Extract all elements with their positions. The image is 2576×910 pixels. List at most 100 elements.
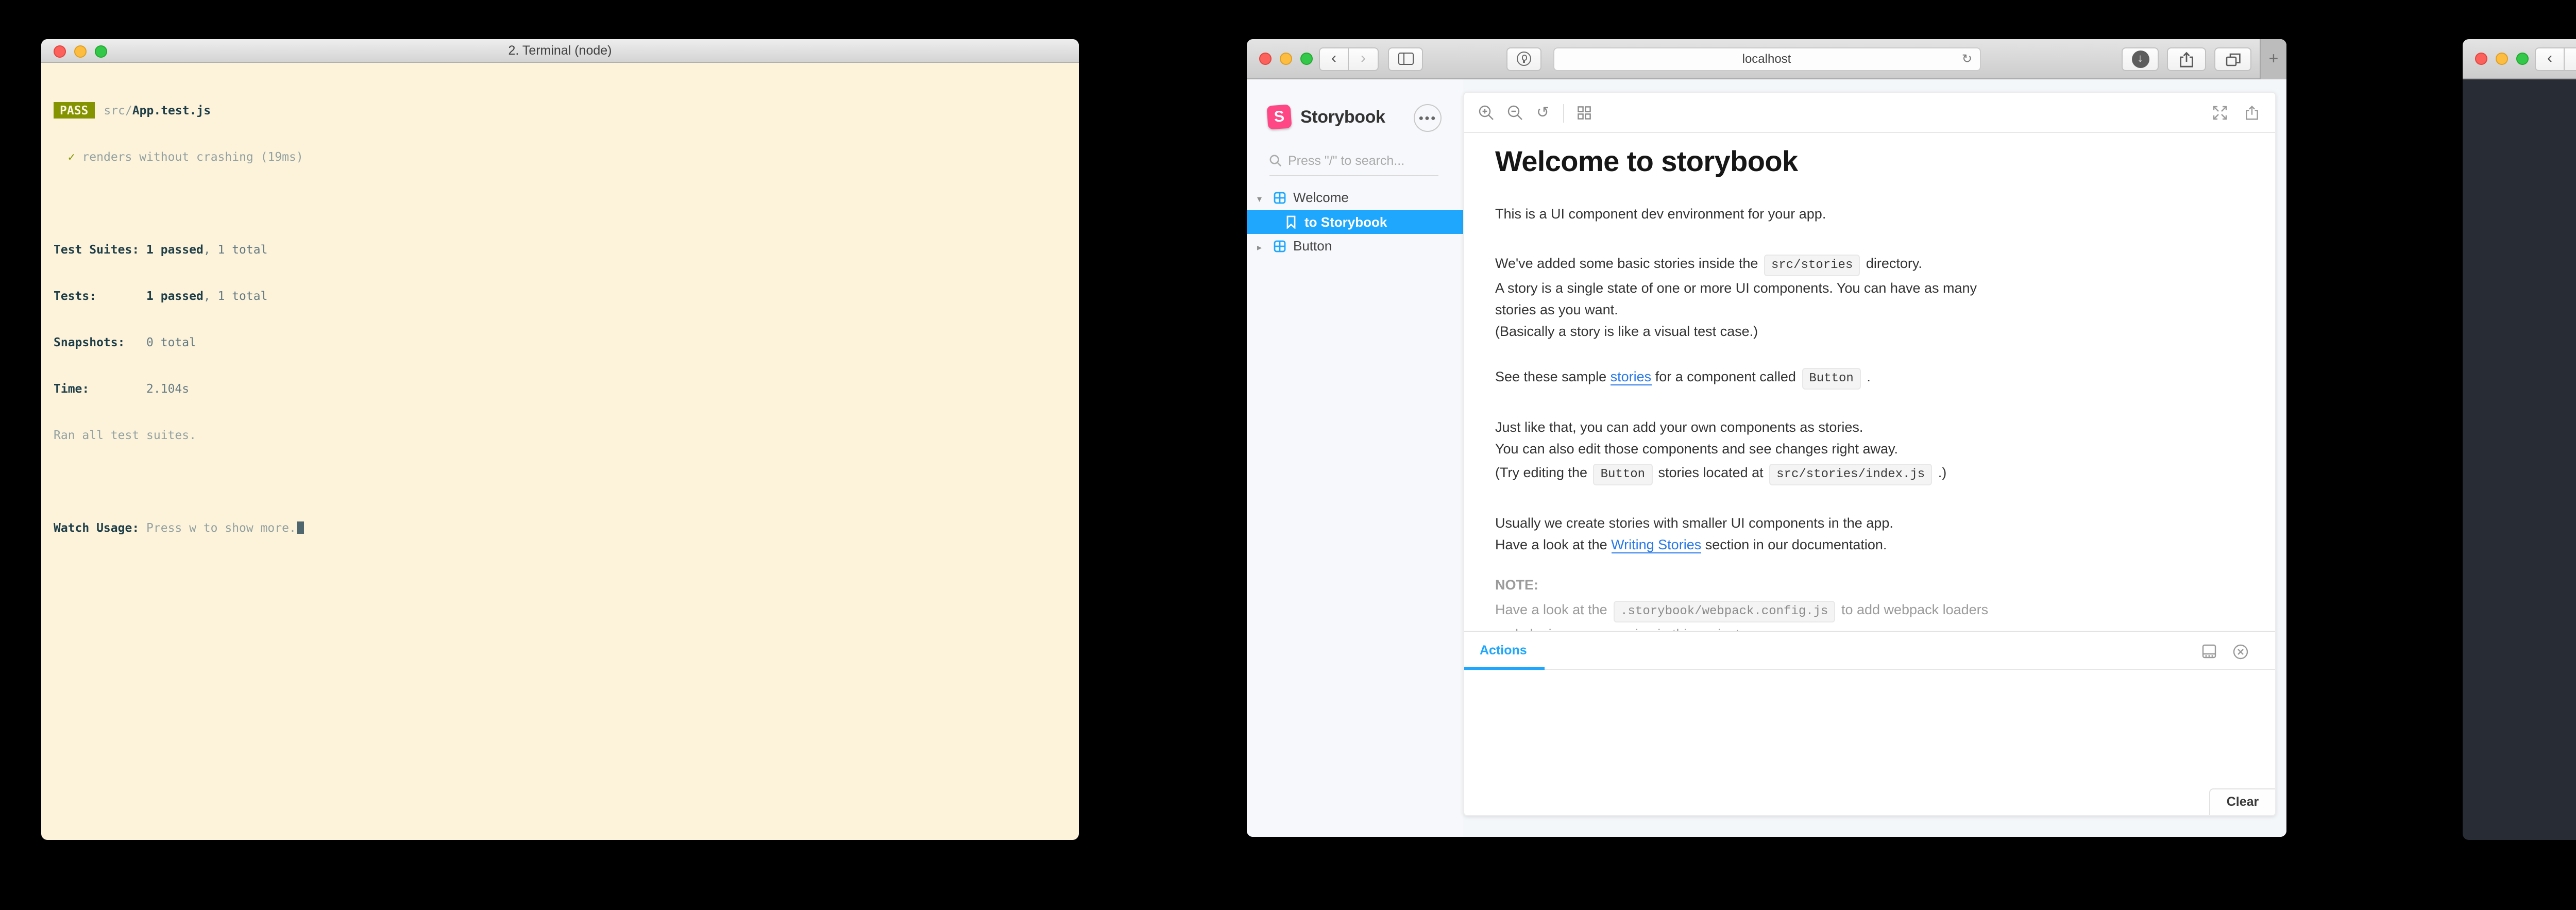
tree-kind-button[interactable]: ▸ Button	[1247, 234, 1463, 259]
component-grid-icon	[1274, 192, 1286, 204]
fullscreen-button[interactable]	[2212, 105, 2228, 121]
password-extension-button[interactable]	[1506, 47, 1541, 71]
nav-buttons: ‹ ›	[2535, 47, 2576, 71]
sidebar-icon	[1398, 53, 1413, 65]
stories-tree: ▾ Welcome to Storybook ▸ Button	[1247, 186, 1463, 259]
grid-toggle-button[interactable]	[1577, 106, 1590, 120]
check-icon: ✓	[67, 149, 75, 164]
keyhole-icon	[1517, 52, 1531, 66]
test-file-name: App.test.js	[132, 103, 211, 117]
minimize-window-button[interactable]	[2496, 53, 2508, 65]
story-paragraph: A story is a single state of one or more…	[1495, 280, 1977, 296]
edit-instruction: Edit src/App.js and save to reload.	[2463, 580, 2576, 601]
show-tabs-button[interactable]	[2214, 47, 2251, 71]
code-chip: src/stories/index.js	[1769, 464, 1933, 485]
writing-stories-link[interactable]: Writing Stories	[1611, 537, 1702, 553]
sidebar-toggle-button[interactable]	[1388, 47, 1423, 71]
minimize-window-button[interactable]	[1280, 53, 1292, 65]
terminal-line-ran: Ran all test suites.	[54, 428, 196, 442]
react-app-browser-window: ‹ › localhost ↻ ↓ +	[2463, 39, 2576, 840]
downloads-button[interactable]: ↓	[2122, 47, 2159, 71]
actions-log-panel: Clear	[1464, 670, 2275, 815]
reload-icon[interactable]: ↻	[1962, 48, 1972, 70]
traffic-lights	[1259, 53, 1321, 65]
tab-actions[interactable]: Actions	[1480, 632, 1527, 669]
zoom-in-button[interactable]	[1479, 105, 1494, 121]
zoom-window-button[interactable]	[95, 45, 107, 58]
story-paragraph: Have a look at the .storybook/webpack.co…	[1495, 597, 2240, 623]
code-chip: Button	[1802, 368, 1861, 390]
terminal-summary-row: Time: 2.104s	[54, 381, 190, 396]
story-paragraph: (Basically a story is like a visual test…	[1495, 324, 1758, 339]
story-paragraph: You can also edit those components and s…	[1495, 441, 1899, 457]
download-icon: ↓	[2131, 50, 2149, 68]
share-button[interactable]	[2167, 47, 2206, 71]
minimize-window-button[interactable]	[74, 45, 87, 58]
note-section: NOTE: Have a look at the .storybook/webp…	[1495, 577, 2240, 631]
search-placeholder: Press "/" to search...	[1288, 154, 1405, 168]
code-chip: .storybook/webpack.config.js	[1613, 601, 1836, 622]
back-button[interactable]: ‹	[1319, 47, 1349, 71]
code-chip: src/stories	[1764, 255, 1860, 276]
caret-down-icon[interactable]: ▾	[1257, 187, 1268, 211]
back-icon: ‹	[1331, 49, 1336, 67]
zoom-out-button[interactable]	[1507, 105, 1523, 121]
traffic-lights	[54, 45, 115, 58]
story-paragraph: See these sample stories for a component…	[1495, 364, 2240, 391]
forward-icon: ›	[1361, 49, 1366, 67]
stories-link[interactable]: stories	[1610, 369, 1652, 385]
back-button[interactable]: ‹	[2535, 47, 2565, 71]
caret-right-icon[interactable]: ▸	[1257, 235, 1268, 260]
storybook-logo[interactable]: S Storybook	[1266, 104, 1385, 130]
story-paragraph: Just like that, you can add your own com…	[1495, 419, 1863, 435]
close-window-button[interactable]	[1259, 53, 1272, 65]
forward-button[interactable]: ›	[2565, 47, 2576, 71]
kind-label[interactable]: Welcome	[1293, 190, 1349, 205]
story-label[interactable]: to Storybook	[1304, 214, 1387, 230]
toolbar-divider	[1563, 104, 1564, 122]
story-paragraph: (Try editing the Button stories located …	[1495, 460, 2240, 486]
zoom-window-button[interactable]	[1300, 53, 1313, 65]
story-paragraph: We've added some basic stories inside th…	[1495, 250, 2240, 277]
safari-toolbar[interactable]: ‹ › localhost ↻ ↓ +	[2463, 39, 2576, 79]
search-input[interactable]: Press "/" to search...	[1269, 154, 1438, 176]
close-window-button[interactable]	[54, 45, 66, 58]
terminal-output[interactable]: PASS src/App.test.js ✓ renders without cr…	[41, 63, 1079, 576]
react-app-page: Edit src/App.js and save to reload. Lear…	[2463, 79, 2576, 840]
story-paragraph: stories as you want.	[1495, 302, 1618, 317]
terminal-line-test: ✓ renders without crashing (19ms)	[67, 149, 303, 164]
forward-button[interactable]: ›	[1349, 47, 1379, 71]
storybook-sidebar: S Storybook ●●● Press "/" to search... ▾ W…	[1247, 79, 1463, 837]
plus-icon: +	[2268, 50, 2279, 68]
kind-label[interactable]: Button	[1293, 238, 1332, 254]
terminal-line-watch: Watch Usage: Press w to show more.	[54, 520, 1066, 536]
terminal-titlebar[interactable]: 2. Terminal (node)	[41, 39, 1079, 63]
close-window-button[interactable]	[2475, 53, 2487, 65]
tabs-icon	[2225, 53, 2240, 66]
url-text: localhost	[1742, 52, 1791, 66]
tree-story-to-storybook-selected[interactable]: to Storybook	[1247, 210, 1463, 234]
new-tab-button[interactable]: +	[2260, 39, 2286, 79]
addon-panel-tabs: Actions	[1464, 631, 2275, 670]
ellipsis-icon: ●●●	[1418, 113, 1437, 123]
story-paragraph: Have a look at the Writing Stories secti…	[1495, 537, 1887, 553]
story-paragraph: Usually we create stories with smaller U…	[1495, 515, 1893, 531]
zoom-window-button[interactable]	[2516, 53, 2529, 65]
zoom-reset-button[interactable]: ↺	[1536, 105, 1549, 120]
tree-kind-welcome[interactable]: ▾ Welcome	[1247, 186, 1463, 210]
address-bar[interactable]: localhost ↻	[1553, 47, 1980, 71]
back-icon: ‹	[2547, 49, 2552, 67]
storybook-page: S Storybook ●●● Press "/" to search... ▾ W…	[1247, 79, 2286, 837]
safari-toolbar[interactable]: ‹ › localhost ↻ ↓ +	[1247, 39, 2286, 79]
panel-position-button[interactable]	[2202, 644, 2216, 659]
close-panel-button[interactable]	[2233, 644, 2248, 659]
story-paragraph: and plugins you are using in this projec…	[1495, 623, 2240, 631]
pass-badge: PASS	[54, 102, 95, 119]
nav-buttons: ‹ ›	[1319, 47, 1379, 71]
open-canvas-in-new-tab-button[interactable]	[2245, 105, 2259, 121]
shortcuts-menu-button[interactable]: ●●●	[1414, 104, 1442, 132]
clear-actions-button[interactable]: Clear	[2209, 788, 2275, 815]
storybook-logo-icon: S	[1266, 104, 1292, 130]
story-title: Welcome to storybook	[1495, 145, 1798, 177]
terminal-summary-row: Test Suites: 1 passed, 1 total	[54, 242, 268, 257]
